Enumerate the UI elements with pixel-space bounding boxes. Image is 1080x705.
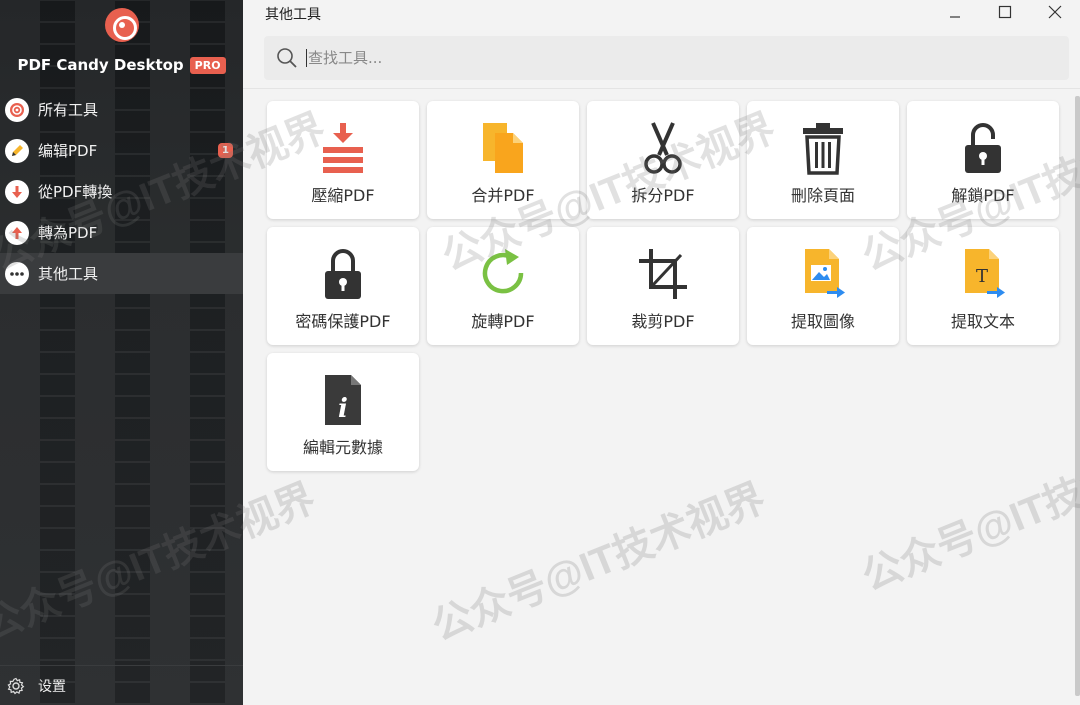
- sidebar-item-edit-pdf[interactable]: 编辑PDF 1: [0, 130, 243, 171]
- settings-label: 设置: [38, 678, 66, 695]
- minimize-icon: [950, 16, 960, 18]
- tool-card-rotate-pdf[interactable]: 旋轉PDF: [427, 227, 579, 345]
- brand-name: PDF Candy Desktop: [17, 56, 184, 74]
- search-input[interactable]: [306, 49, 1006, 67]
- arrow-down-icon: [5, 179, 29, 204]
- tool-label: 裁剪PDF: [631, 312, 695, 331]
- sidebar-item-other-tools[interactable]: 其他工具: [0, 253, 243, 294]
- sidebar-item-label: 其他工具: [38, 265, 99, 283]
- tool-label: 壓縮PDF: [311, 186, 375, 205]
- svg-text:i: i: [338, 394, 348, 424]
- sidebar-item-label: 轉為PDF: [38, 224, 98, 242]
- sidebar: PDF Candy Desktop PRO 所有工具 编辑PDF 1 從PDF轉…: [0, 0, 243, 705]
- scrollbar[interactable]: [1075, 96, 1080, 696]
- tool-card-crop-pdf[interactable]: 裁剪PDF: [587, 227, 739, 345]
- gear-icon: [7, 677, 25, 694]
- merge-icon: [477, 121, 529, 175]
- window-title: 其他工具: [265, 7, 321, 23]
- window-controls: [930, 0, 1080, 24]
- lollipop-logo-icon: [104, 8, 139, 42]
- tool-label: 拆分PDF: [631, 186, 695, 205]
- sidebar-item-label: 编辑PDF: [38, 142, 98, 160]
- tool-card-extract-text[interactable]: T 提取文本: [907, 227, 1059, 345]
- sidebar-item-all-tools[interactable]: 所有工具: [0, 89, 243, 130]
- pencil-icon: [5, 138, 29, 163]
- tool-card-merge-pdf[interactable]: 合并PDF: [427, 101, 579, 219]
- sidebar-nav: 所有工具 编辑PDF 1 從PDF轉換 轉為PDF 其他工具: [0, 89, 243, 294]
- brand: PDF Candy Desktop PRO: [0, 8, 243, 74]
- tool-card-delete-pages[interactable]: 刪除頁面: [747, 101, 899, 219]
- search-bar[interactable]: [264, 36, 1069, 80]
- tool-label: 刪除頁面: [790, 186, 855, 205]
- crop-icon: [637, 247, 689, 301]
- tool-card-compress-pdf[interactable]: 壓縮PDF: [267, 101, 419, 219]
- tool-card-extract-images[interactable]: 提取圖像: [747, 227, 899, 345]
- trash-icon: [797, 121, 849, 175]
- metadata-icon: i: [317, 373, 369, 427]
- sidebar-item-label: 所有工具: [38, 101, 99, 119]
- more-dots-icon: [5, 261, 29, 286]
- tool-label: 提取文本: [950, 312, 1015, 331]
- lollipop-icon: [5, 97, 29, 122]
- tool-card-unlock-pdf[interactable]: 解鎖PDF: [907, 101, 1059, 219]
- sidebar-item-label: 從PDF轉換: [38, 183, 113, 201]
- divider: [243, 88, 1080, 89]
- tool-label: 合并PDF: [471, 186, 535, 205]
- extract-text-icon: T: [957, 247, 1009, 301]
- lock-icon: [317, 247, 369, 301]
- tool-label: 提取圖像: [790, 312, 855, 331]
- close-icon: [1048, 5, 1062, 19]
- unlock-icon: [957, 121, 1009, 175]
- extract-image-icon: [797, 247, 849, 301]
- tool-card-password-protect-pdf[interactable]: 密碼保護PDF: [267, 227, 419, 345]
- arrow-up-icon: [5, 220, 29, 245]
- compress-icon: [317, 121, 369, 175]
- tools-grid: 壓縮PDF 合并PDF 拆分PDF 刪除頁面 解鎖PDF 密碼保護PDF 旋轉P…: [267, 101, 1059, 471]
- minimize-button[interactable]: [930, 0, 980, 24]
- close-button[interactable]: [1030, 0, 1080, 24]
- main-panel: 其他工具 壓縮PD: [243, 0, 1080, 705]
- svg-text:T: T: [976, 266, 988, 287]
- tool-label: 旋轉PDF: [471, 312, 535, 331]
- notification-badge: 1: [218, 143, 233, 158]
- tool-label: 密碼保護PDF: [295, 312, 391, 331]
- search-icon: [277, 48, 297, 68]
- pro-badge: PRO: [189, 56, 226, 74]
- tool-card-edit-metadata[interactable]: i 編輯元數據: [267, 353, 419, 471]
- scissors-icon: [637, 121, 689, 175]
- tool-card-split-pdf[interactable]: 拆分PDF: [587, 101, 739, 219]
- maximize-icon: [998, 5, 1012, 19]
- tool-label: 編輯元數據: [302, 438, 383, 457]
- rotate-icon: [477, 247, 529, 301]
- sidebar-item-convert-from-pdf[interactable]: 從PDF轉換: [0, 171, 243, 212]
- sidebar-item-convert-to-pdf[interactable]: 轉為PDF: [0, 212, 243, 253]
- maximize-button[interactable]: [980, 0, 1030, 24]
- tool-label: 解鎖PDF: [951, 186, 1015, 205]
- settings-button[interactable]: 设置: [0, 665, 243, 705]
